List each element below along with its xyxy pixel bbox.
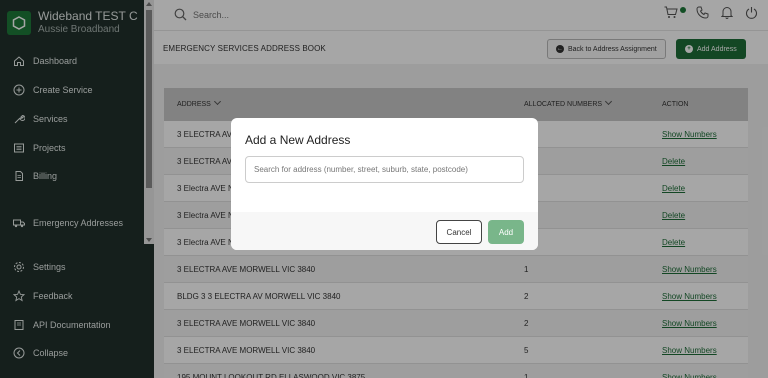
dialog-footer: Cancel Add <box>231 212 538 250</box>
add-address-dialog: Add a New Address Cancel Add <box>231 118 538 250</box>
add-button[interactable]: Add <box>488 220 524 244</box>
cancel-button[interactable]: Cancel <box>436 220 482 244</box>
address-search-input[interactable] <box>245 156 524 183</box>
dialog-title: Add a New Address <box>245 133 351 147</box>
